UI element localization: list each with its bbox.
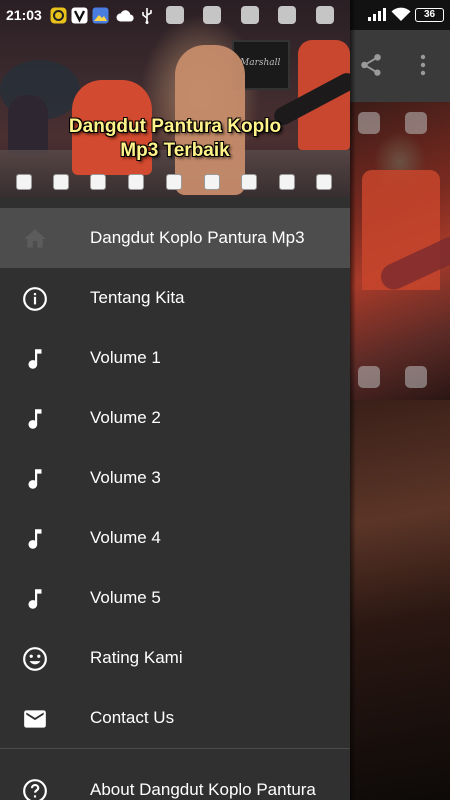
status-overlay-square — [316, 6, 334, 24]
header-overlay-square — [128, 174, 144, 190]
music-note-icon — [22, 526, 48, 552]
status-bar: 21:03 36 — [0, 0, 450, 30]
header-overlay-square — [204, 174, 220, 190]
mail-icon — [22, 706, 48, 732]
menu-item-volume-3[interactable]: Volume 3 — [0, 448, 350, 508]
menu-item-tentang-kita[interactable]: Tentang Kita — [0, 268, 350, 328]
menu-item-volume-5[interactable]: Volume 5 — [0, 568, 350, 628]
usb-icon — [141, 7, 153, 29]
header-overlay-square — [241, 174, 257, 190]
menu-item-label: Volume 2 — [90, 408, 161, 427]
help-icon — [22, 778, 48, 800]
header-overlay-square — [53, 174, 69, 190]
header-overlay-square — [90, 174, 106, 190]
info-icon — [22, 286, 48, 312]
music-note-icon — [22, 406, 48, 432]
overlay-square — [405, 112, 427, 134]
music-note-icon — [22, 586, 48, 612]
header-overlay-square — [279, 174, 295, 190]
menu-item-label: Contact Us — [90, 708, 175, 727]
menu-item-label: About Dangdut Koplo Pantura — [90, 780, 316, 799]
header-overlay-square — [316, 174, 332, 190]
header-title-line2: Mp3 Terbaik — [120, 140, 230, 161]
signal-icon — [368, 8, 386, 26]
header-title-line1: Dangdut Pantura Koplo — [68, 116, 282, 137]
menu-item-volume-1[interactable]: Volume 1 — [0, 328, 350, 388]
smiley-icon — [22, 646, 48, 672]
wifi-icon — [391, 7, 411, 27]
menu-item-label: Volume 4 — [90, 528, 161, 547]
music-note-icon — [22, 346, 48, 372]
drawer-header-title: Dangdut Pantura Koplo Mp3 Terbaik — [0, 115, 350, 163]
overlay-square — [358, 366, 380, 388]
drawer-menu: Dangdut Koplo Pantura Mp3 Tentang Kita V… — [0, 208, 350, 800]
header-photo-amp-logo: Marshall — [240, 58, 281, 68]
cloud-icon — [116, 9, 134, 27]
drawer-shadow — [350, 0, 356, 800]
status-overlay-square — [166, 6, 184, 24]
menu-item-contact-us[interactable]: Contact Us — [0, 688, 350, 748]
background-photo-singer — [350, 400, 450, 800]
status-time: 21:03 — [6, 7, 42, 23]
menu-item-home[interactable]: Dangdut Koplo Pantura Mp3 — [0, 208, 350, 268]
menu-item-label: Volume 5 — [90, 588, 161, 607]
share-icon[interactable] — [358, 52, 384, 78]
navigation-drawer: Marshall Dangdut Pantura Koplo Mp3 Terba… — [0, 0, 350, 800]
notification-app-icon — [50, 7, 67, 29]
header-overlay-square — [16, 174, 32, 190]
menu-item-rating-kami[interactable]: Rating Kami — [0, 628, 350, 688]
home-icon — [22, 226, 48, 252]
battery-indicator: 36 — [415, 8, 444, 22]
overlay-square — [358, 112, 380, 134]
menu-item-label: Rating Kami — [90, 648, 183, 667]
status-overlay-square — [203, 6, 221, 24]
overlay-square — [405, 366, 427, 388]
menu-item-label: Volume 3 — [90, 468, 161, 487]
more-vert-icon[interactable] — [415, 52, 431, 78]
menu-item-volume-2[interactable]: Volume 2 — [0, 388, 350, 448]
menu-item-label: Volume 1 — [90, 348, 161, 367]
menu-item-volume-4[interactable]: Volume 4 — [0, 508, 350, 568]
music-note-icon — [22, 466, 48, 492]
status-overlay-square — [278, 6, 296, 24]
menu-item-label: Dangdut Koplo Pantura Mp3 — [90, 228, 305, 247]
menu-item-label: Tentang Kita — [90, 288, 185, 307]
gallery-app-icon — [92, 7, 109, 29]
header-overlay-square — [166, 174, 182, 190]
v-app-icon — [71, 7, 88, 29]
status-overlay-square — [241, 6, 259, 24]
menu-item-about[interactable]: About Dangdut Koplo Pantura — [0, 749, 350, 800]
